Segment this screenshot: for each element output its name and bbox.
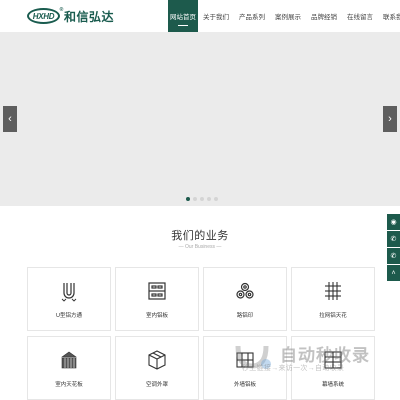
pipes-icon [235, 280, 255, 302]
nav-item-cases[interactable]: 案例展示 [270, 0, 306, 32]
watermark-subtitle: 秒上链接→来访一次→自动收录 [242, 365, 345, 372]
banner-dot[interactable] [193, 197, 197, 201]
nav-item-brand[interactable]: 品牌经销 [306, 0, 342, 32]
nav-item-contact[interactable]: 联系我们 [378, 0, 400, 32]
banner-pagination [186, 197, 218, 201]
phone-button[interactable]: ✆ [387, 248, 400, 264]
card-label: 幕墙系统 [321, 382, 344, 388]
logo-mark-text: HXHD [32, 11, 55, 21]
ceiling-icon [59, 349, 79, 371]
banner-dot[interactable] [207, 197, 211, 201]
site-header: HXHD ® 和信弘达 网站首页 关于我们 产品系列 案例展示 品牌经销 在线留… [0, 0, 400, 32]
phone-icon: ✆ [390, 236, 397, 243]
chevron-left-icon: ‹ [8, 113, 12, 125]
card-label: 室内天花板 [55, 382, 83, 388]
nav-item-message[interactable]: 在线留言 [342, 0, 378, 32]
chat-button[interactable]: ◉ [387, 214, 400, 230]
logo-text: 和信弘达 [64, 9, 115, 24]
business-card[interactable]: 室内天花板 [27, 336, 111, 400]
logo-mark: HXHD ® [27, 7, 64, 24]
banner-dot[interactable] [200, 197, 204, 201]
banner-prev-button[interactable]: ‹ [3, 106, 17, 132]
back-to-top-button[interactable]: ˄ [387, 265, 400, 281]
phone-button[interactable]: ✆ [387, 231, 400, 247]
phone-icon: ✆ [390, 253, 397, 260]
side-float-bar: ◉ ✆ ✆ ˄ [387, 214, 400, 281]
business-card[interactable]: 室内铝板 [115, 267, 199, 331]
nav-item-home[interactable]: 网站首页 [168, 0, 198, 32]
watermark: 自动秒收录 秒上链接→来访一次→自动收录 [232, 340, 400, 380]
nav-item-about[interactable]: 关于我们 [198, 0, 234, 32]
banner-dot[interactable] [214, 197, 218, 201]
u-channel-icon [59, 280, 79, 302]
site-logo[interactable]: HXHD ® 和信弘达 [27, 7, 114, 25]
card-label: 室内铝板 [145, 313, 168, 319]
card-label: 拉网铝天花 [319, 313, 347, 319]
business-card[interactable]: 空调外罩 [115, 336, 199, 400]
business-card[interactable]: 拉网铝天花 [291, 267, 375, 331]
banner-next-button[interactable]: › [383, 106, 397, 132]
card-label: 路铝印 [236, 313, 254, 319]
chevron-right-icon: › [388, 113, 392, 125]
chat-icon: ◉ [390, 219, 397, 226]
business-grid: U型铝方通 室内铝板 路铝印 拉网铝天花 室内天花板 空调外罩 外墙铝板 幕墙系… [27, 267, 375, 400]
card-label: U型铝方通 [56, 313, 82, 319]
registered-mark: ® [59, 7, 64, 13]
hero-banner: ‹ › [0, 32, 400, 206]
box-icon [147, 349, 167, 371]
panel-icon [147, 280, 167, 302]
mesh-icon [323, 280, 343, 302]
main-nav: 网站首页 关于我们 产品系列 案例展示 品牌经销 在线留言 联系我们 [168, 0, 400, 32]
business-card[interactable]: U型铝方通 [27, 267, 111, 331]
nav-item-products[interactable]: 产品系列 [234, 0, 270, 32]
section-subtitle: — Our Business — [178, 244, 222, 250]
banner-dot[interactable] [186, 197, 190, 201]
chevron-up-icon: ˄ [391, 269, 396, 277]
card-label: 空调外罩 [145, 382, 168, 388]
card-label: 外墙铝板 [233, 382, 256, 388]
business-card[interactable]: 路铝印 [203, 267, 287, 331]
section-title: 我们的业务 [171, 230, 229, 242]
